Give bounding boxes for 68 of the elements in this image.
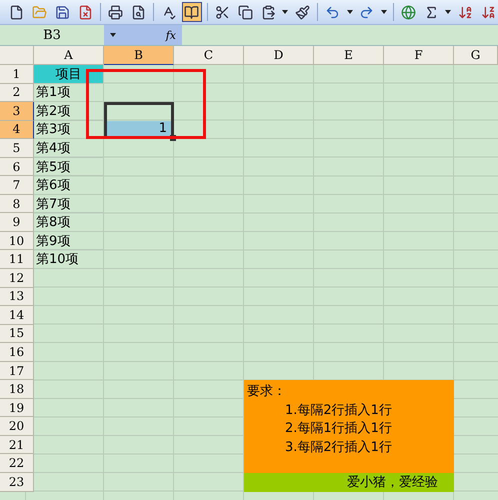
row-header[interactable]: 11 — [0, 250, 34, 270]
column-header[interactable]: C — [174, 46, 244, 65]
note-item: 3.每隔2行插入1行 — [284, 438, 393, 457]
row-header[interactable]: 8 — [0, 194, 34, 214]
column-header[interactable]: D — [244, 46, 314, 65]
note-item: 2.每隔1行插入1行 — [284, 420, 393, 438]
spelling-icon — [161, 4, 176, 20]
table-cell: 第2项 — [34, 102, 104, 121]
document-icon — [8, 4, 24, 20]
row-header[interactable]: 2 — [0, 84, 34, 102]
sort-icon — [458, 4, 473, 20]
column-header[interactable]: F — [384, 46, 454, 65]
dropdown-icon[interactable] — [110, 33, 116, 37]
table-cell: 第9项 — [34, 232, 104, 250]
folder-icon — [32, 4, 46, 20]
column-header[interactable]: G — [454, 46, 498, 65]
row-header[interactable]: 4 — [0, 120, 34, 140]
row-header[interactable]: 10 — [0, 232, 34, 250]
row-header[interactable]: 7 — [0, 176, 34, 195]
table-cell: 第4项 — [34, 139, 104, 158]
table-cell: 第3项 — [34, 120, 104, 140]
name-box[interactable]: B3 — [0, 25, 104, 45]
cell-selection[interactable]: 1 — [104, 102, 174, 140]
printer-icon — [108, 4, 123, 20]
table-cell: 项目 — [34, 65, 104, 84]
clipboard-icon — [260, 4, 276, 20]
row-header[interactable]: 1 — [0, 65, 34, 84]
brush-icon — [294, 4, 310, 20]
note-title: 要求： — [247, 383, 287, 402]
copy-icon — [238, 4, 253, 20]
column-header[interactable]: B — [104, 46, 174, 65]
sort-icon — [480, 4, 496, 20]
note-footer: 爱小猪，爱经验 — [244, 473, 454, 492]
table-cell: 第8项 — [34, 213, 104, 232]
column-header[interactable]: E — [314, 46, 384, 65]
row-header[interactable]: 5 — [0, 139, 34, 158]
row-header[interactable]: 15 — [0, 324, 34, 344]
row-header[interactable]: 22 — [0, 454, 34, 474]
row-header[interactable]: 17 — [0, 362, 34, 380]
row-header[interactable]: 9 — [0, 213, 34, 232]
table-cell: 第10项 — [34, 250, 104, 270]
table-cell: 第7项 — [34, 194, 104, 214]
row-header[interactable]: 14 — [0, 306, 34, 325]
note-item: 1.每隔2行插入1行 — [284, 402, 393, 420]
row-header[interactable]: 3 — [0, 102, 34, 121]
document-icon — [78, 4, 92, 20]
row-header[interactable]: 19 — [0, 398, 34, 418]
table-cell: 第6项 — [34, 176, 104, 195]
row-header[interactable]: 16 — [0, 343, 34, 362]
row-header[interactable]: 12 — [0, 269, 34, 288]
table-cell: 1 — [107, 120, 171, 136]
row-header[interactable]: 13 — [0, 288, 34, 306]
undo-icon — [325, 4, 340, 20]
book-button[interactable] — [182, 2, 202, 22]
function-icon[interactable]: fx — [166, 28, 176, 42]
row-header[interactable]: 23 — [0, 473, 34, 492]
row-header[interactable]: 20 — [0, 417, 34, 436]
redo-icon — [359, 4, 374, 20]
globe-icon — [400, 4, 416, 20]
table-cell: 第5项 — [34, 158, 104, 176]
magnifier-icon — [130, 4, 146, 20]
row-header[interactable]: 6 — [0, 158, 34, 176]
table-cell: 第1项 — [34, 84, 104, 102]
book-icon — [184, 4, 200, 20]
scissors-icon — [214, 4, 230, 20]
row-header[interactable]: 21 — [0, 436, 34, 454]
column-header[interactable]: A — [34, 46, 104, 65]
row-header[interactable]: 18 — [0, 380, 34, 399]
